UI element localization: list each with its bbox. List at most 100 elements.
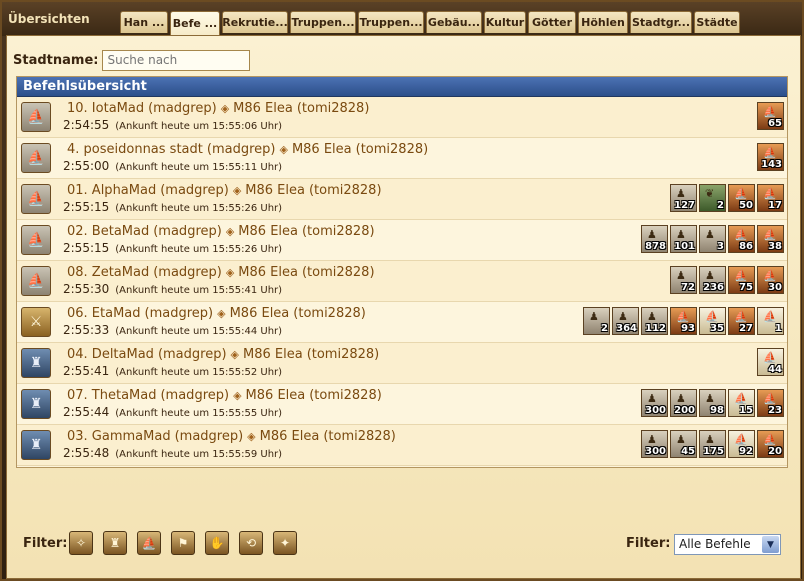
command-timing: 2:55:30 (Ankunft heute um 15:55:41 Uhr): [63, 282, 282, 296]
unit-count: 17: [768, 200, 782, 211]
command-target-town[interactable]: M86 Elea: [238, 265, 298, 280]
support-icon[interactable]: ⚑: [171, 531, 195, 555]
command-target-town[interactable]: M86 Elea: [238, 224, 298, 239]
command-target-owner[interactable]: (tomi2828): [302, 224, 375, 239]
table-row[interactable]: ⚔ 06. EtaMad (madgrep) ◈ M86 Elea (tomi2828) 2…: [17, 302, 787, 343]
tab-4[interactable]: Truppen...: [358, 11, 424, 33]
command-source-town[interactable]: 4. poseidonnas stadt: [67, 142, 203, 157]
route-arrow-icon: ◈: [232, 184, 242, 197]
command-target-owner[interactable]: (tomi2828): [309, 183, 382, 198]
unit-count: 364: [616, 323, 637, 334]
command-source-town[interactable]: 01. AlphaMad: [67, 183, 156, 198]
command-source-owner[interactable]: (madgrep): [158, 347, 227, 362]
command-source-town[interactable]: 08. ZetaMad: [67, 265, 149, 280]
unit-glyph: ⛵: [734, 310, 748, 323]
command-target-town[interactable]: M86 Elea: [245, 183, 305, 198]
command-source-owner[interactable]: (madgrep): [160, 183, 229, 198]
command-target-owner[interactable]: (tomi2828): [297, 101, 370, 116]
command-target-town[interactable]: M86 Elea: [243, 347, 303, 362]
commands-panel: Befehlsübersicht ⛵ 10. IotaMad (madgrep) ◈ M…: [16, 76, 788, 468]
unit-unit-icon: ♟ 300: [641, 430, 668, 458]
command-countdown: 2:55:15: [63, 241, 110, 255]
unit-glyph: ♟: [705, 433, 715, 446]
unit-count: 101: [674, 241, 695, 252]
unit-unit-icon: ♟ 200: [670, 389, 697, 417]
unit-glyph: ♟: [647, 228, 657, 241]
light-unit-icon: ⛵ 35: [699, 307, 726, 335]
command-countdown: 2:55:33: [63, 323, 110, 337]
unit-count: 236: [703, 282, 724, 293]
tab-7[interactable]: Götter: [528, 11, 576, 33]
command-target-town[interactable]: M86 Elea: [292, 142, 352, 157]
land-units-icon[interactable]: ♜: [103, 531, 127, 555]
command-target-town[interactable]: M86 Elea: [260, 429, 320, 444]
command-source-town[interactable]: 03. GammaMad: [67, 429, 171, 444]
unit-count: 1: [775, 323, 782, 334]
spy-icon[interactable]: ⟲: [239, 531, 263, 555]
unit-list: ⛵ 65: [757, 102, 784, 130]
unit-count: 143: [761, 159, 782, 170]
tab-5[interactable]: Gebäu...: [426, 11, 482, 33]
table-row[interactable]: ⛵ 08. ZetaMad (madgrep) ◈ M86 Elea (tomi2828)…: [17, 261, 787, 302]
command-target-owner[interactable]: (tomi2828): [307, 347, 380, 362]
route-arrow-icon: ◈: [230, 348, 239, 361]
table-row[interactable]: ♜ 07. ThetaMad (madgrep) ◈ M86 Elea (tomi2828…: [17, 384, 787, 425]
command-target-owner[interactable]: (tomi2828): [302, 265, 375, 280]
myth-icon[interactable]: ✦: [273, 531, 297, 555]
chevron-down-icon[interactable]: ▼: [762, 536, 779, 553]
tab-6[interactable]: Kultur: [484, 11, 526, 33]
table-row[interactable]: ⛵ 4. poseidonnas stadt (madgrep) ◈ M86 Elea (…: [17, 138, 787, 179]
command-target-owner[interactable]: (tomi2828): [323, 429, 396, 444]
unit-glyph: ⛵: [734, 228, 748, 241]
command-source-owner[interactable]: (madgrep): [160, 388, 229, 403]
command-target-owner[interactable]: (tomi2828): [293, 306, 366, 321]
revolt-icon[interactable]: ✋: [205, 531, 229, 555]
title-bar: Übersichten Han ... Befe ... Rekrutie... Tr…: [2, 2, 802, 36]
command-source-owner[interactable]: (madgrep): [148, 101, 217, 116]
command-source-town[interactable]: 06. EtaMad: [67, 306, 141, 321]
table-row[interactable]: ⛵ 01. AlphaMad (madgrep) ◈ M86 Elea (tomi2828…: [17, 179, 787, 220]
command-source-town[interactable]: 07. ThetaMad: [67, 388, 156, 403]
command-source-owner[interactable]: (madgrep): [145, 306, 214, 321]
search-input[interactable]: [102, 49, 251, 71]
command-source-owner[interactable]: (madgrep): [153, 265, 222, 280]
command-target-town[interactable]: M86 Elea: [233, 101, 293, 116]
table-row[interactable]: ⛵ 10. IotaMad (madgrep) ◈ M86 Elea (tomi2828)…: [17, 97, 787, 138]
table-row[interactable]: ♜ 04. DeltaMad (madgrep) ◈ M86 Elea (tomi2828…: [17, 343, 787, 384]
table-row[interactable]: ⛵ 02. BetaMad (madgrep) ◈ M86 Elea (tomi2828)…: [17, 220, 787, 261]
search-row: Stadtname:: [13, 49, 251, 71]
unit-glyph: ⛵: [676, 310, 690, 323]
command-source-town[interactable]: 10. IotaMad: [67, 101, 144, 116]
unit-unit-icon: ♟ 127: [670, 184, 697, 212]
unit-count: 300: [645, 446, 666, 457]
tab-9[interactable]: Stadtgr...: [630, 11, 692, 33]
command-target-town[interactable]: M86 Elea: [246, 388, 306, 403]
attack-ship-icon[interactable]: ✧: [69, 531, 93, 555]
command-source-owner[interactable]: (madgrep): [153, 224, 222, 239]
command-source-owner[interactable]: (madgrep): [175, 429, 244, 444]
unit-glyph: ⛵: [734, 269, 748, 282]
tab-3[interactable]: Truppen...: [290, 11, 356, 33]
tab-8[interactable]: Höhlen: [578, 11, 628, 33]
unit-list: ♟ 127 ❦ 2 ⛵ 50 ⛵ 17: [670, 184, 784, 212]
ship-icon[interactable]: ⛵: [137, 531, 161, 555]
filter-select[interactable]: Alle Befehle ▼: [674, 534, 781, 555]
table-row[interactable]: ♜ 03. GammaMad (madgrep) ◈ M86 Elea (tomi2828…: [17, 425, 787, 466]
tab-1[interactable]: Befe ...: [170, 11, 220, 35]
command-target-owner[interactable]: (tomi2828): [356, 142, 429, 157]
unit-unit-icon: ♟ 2: [583, 307, 610, 335]
command-source-town[interactable]: 02. BetaMad: [67, 224, 149, 239]
tab-2[interactable]: Rekrutie...: [222, 11, 288, 33]
command-source-owner[interactable]: (madgrep): [207, 142, 276, 157]
command-timing: 2:55:41 (Ankunft heute um 15:55:52 Uhr): [63, 364, 282, 378]
tab-10[interactable]: Städte: [694, 11, 740, 33]
fire-unit-icon: ⛵ 65: [757, 102, 784, 130]
unit-count: 127: [674, 200, 695, 211]
command-timing: 2:55:15 (Ankunft heute um 15:55:26 Uhr): [63, 241, 282, 255]
command-target-owner[interactable]: (tomi2828): [309, 388, 382, 403]
unit-glyph: ♟: [705, 269, 715, 282]
command-target-town[interactable]: M86 Elea: [230, 306, 290, 321]
route-arrow-icon: ◈: [225, 266, 235, 279]
tab-0[interactable]: Han ...: [120, 11, 168, 33]
command-source-town[interactable]: 04. DeltaMad: [67, 347, 154, 362]
